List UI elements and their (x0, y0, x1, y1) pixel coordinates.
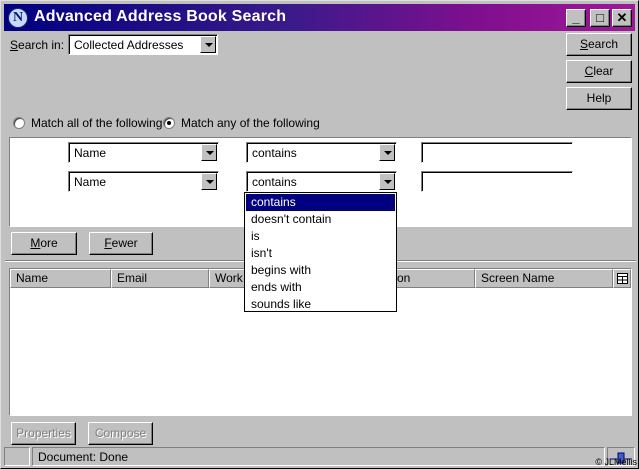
dropdown-option-is[interactable]: is (246, 228, 395, 245)
status-text: Document: Done (38, 450, 129, 464)
close-button[interactable]: ✕ (612, 9, 632, 27)
chevron-down-icon[interactable] (201, 144, 217, 161)
close-icon: ✕ (616, 10, 628, 25)
status-bar: Document: Done (4, 447, 635, 467)
match-all-radio[interactable] (13, 117, 25, 129)
maximize-icon: □ (596, 10, 604, 25)
dropdown-option-doesnt-contain[interactable]: doesn't contain (246, 211, 395, 228)
dropdown-option-sounds-like[interactable]: sounds like (246, 296, 395, 313)
status-cell-left (4, 447, 30, 466)
criteria-value-input[interactable] (421, 142, 573, 163)
dropdown-option-contains[interactable]: contains (245, 193, 396, 212)
criteria-field-select[interactable]: Name (68, 171, 219, 192)
criteria-operator-select[interactable]: contains (246, 142, 397, 163)
criteria-operator-select[interactable]: contains (246, 171, 397, 192)
minimize-button[interactable]: _ (566, 9, 586, 27)
copyright-credit: © JLMellis (595, 457, 637, 467)
search-button[interactable]: Search (566, 33, 632, 56)
dropdown-option-ends-with[interactable]: ends with (246, 279, 395, 296)
criteria-value-input[interactable] (421, 171, 573, 192)
column-header-screen-name[interactable]: Screen Name (475, 269, 613, 288)
chevron-down-icon[interactable] (200, 36, 216, 53)
netscape-n-icon: N (8, 8, 28, 28)
window-title: Advanced Address Book Search (34, 8, 287, 25)
criteria-field-value: Name (74, 175, 107, 189)
minimize-icon: _ (572, 10, 580, 25)
column-header-email[interactable]: Email (111, 269, 209, 288)
fewer-button[interactable]: Fewer (89, 232, 153, 255)
criteria-field-select[interactable]: Name (68, 142, 219, 163)
criteria-operator-value: contains (252, 175, 297, 189)
more-button[interactable]: More (11, 232, 77, 255)
match-all-label: Match all of the following (31, 116, 163, 130)
chevron-down-icon[interactable] (201, 173, 217, 190)
maximize-button[interactable]: □ (590, 9, 610, 27)
match-any-radio[interactable] (163, 117, 175, 129)
operator-dropdown-list[interactable]: contains doesn't contain is isn't begins… (244, 192, 397, 312)
column-picker-icon[interactable] (613, 269, 631, 288)
search-in-select[interactable]: Collected Addresses (68, 34, 218, 55)
chevron-down-icon[interactable] (379, 144, 395, 161)
dropdown-option-isnt[interactable]: isn't (246, 245, 395, 262)
title-bar[interactable]: N Advanced Address Book Search _ □ ✕ (4, 4, 635, 31)
column-header-name[interactable]: Name (10, 269, 111, 288)
criteria-field-value: Name (74, 146, 107, 160)
dropdown-option-begins-with[interactable]: begins with (246, 262, 395, 279)
compose-button[interactable]: Compose (88, 422, 153, 445)
criteria-operator-value: contains (252, 146, 297, 160)
help-button[interactable]: Help (566, 87, 632, 110)
search-in-value: Collected Addresses (74, 38, 184, 52)
clear-button[interactable]: Clear (566, 60, 632, 83)
chevron-down-icon[interactable] (379, 173, 395, 190)
properties-button[interactable]: Properties (11, 422, 76, 445)
search-in-label: Search in: (10, 38, 65, 52)
match-any-label: Match any of the following (181, 116, 320, 130)
